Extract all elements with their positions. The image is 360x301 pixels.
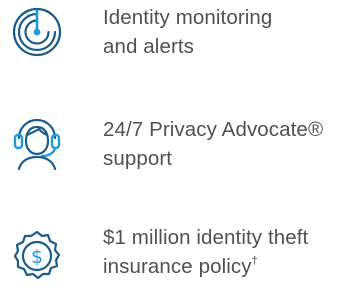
feature-text: 24/7 Privacy Advocate® support — [103, 115, 358, 173]
dagger-footnote-mark: † — [251, 255, 258, 268]
headset-agent-icon — [6, 111, 68, 173]
feature-title-line-1: 24/7 Privacy Advocate® — [103, 118, 324, 141]
feature-title-line-1: Identity monitoring — [103, 6, 273, 29]
feature-list: Identity monitoring and alerts 24/7 Priv… — [0, 0, 360, 301]
svg-text:$: $ — [31, 246, 43, 268]
dollar-seal-icon: $ — [6, 226, 68, 288]
feature-title-line-1: $1 million identity theft — [103, 226, 309, 249]
feature-identity-monitoring: Identity monitoring and alerts — [0, 0, 360, 80]
feature-text: Identity monitoring and alerts — [103, 3, 358, 61]
feature-title-line-2-text: insurance policy — [103, 255, 252, 278]
radar-icon — [6, 1, 68, 63]
feature-insurance-policy: $ $1 million identity theft insurance po… — [0, 221, 360, 301]
feature-title-line-2: and alerts — [103, 35, 195, 58]
feature-privacy-advocate: 24/7 Privacy Advocate® support — [0, 111, 360, 191]
feature-text: $1 million identity theft insurance poli… — [103, 223, 358, 281]
feature-title-line-2: support — [103, 147, 173, 170]
feature-title-line-2: insurance policy† — [103, 252, 358, 281]
